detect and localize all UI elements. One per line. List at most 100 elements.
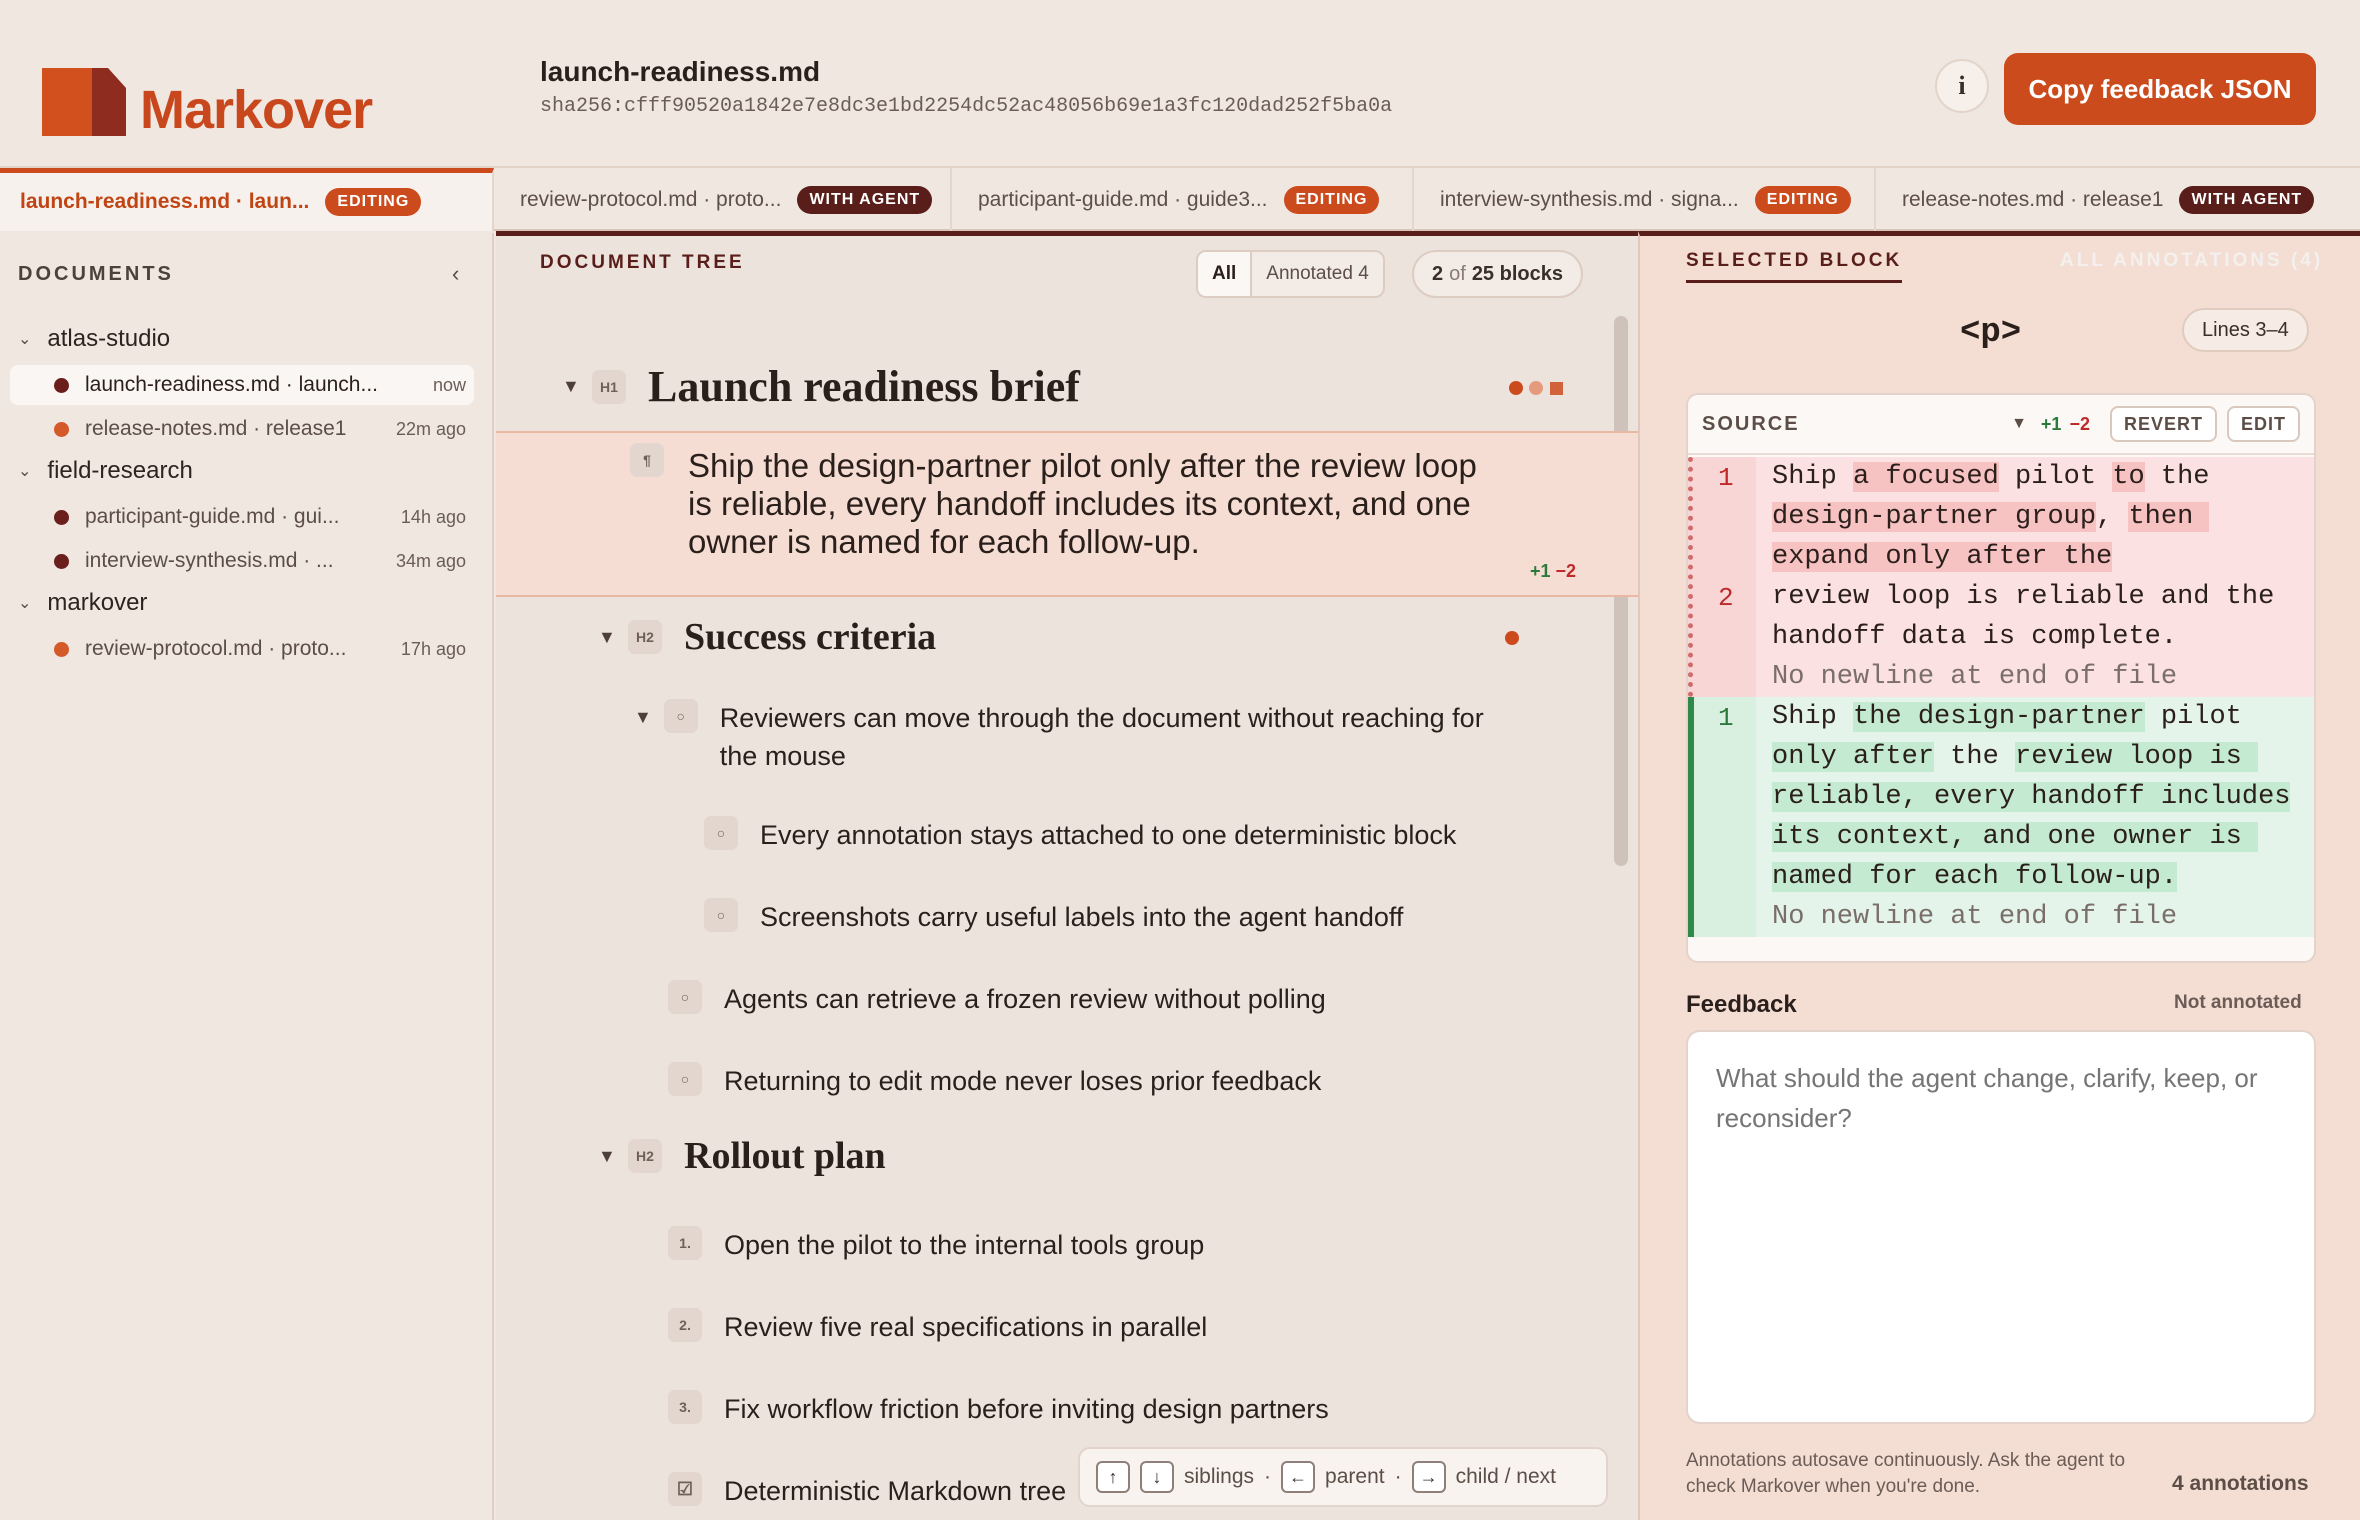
tab-label: release-notes.md · release1 [1902, 187, 2164, 211]
group-markover[interactable]: ⌄ markover [18, 589, 147, 617]
list-item[interactable]: ○ Agents can retrieve a frozen review wi… [668, 980, 1528, 1018]
step-number-tag: 1. [668, 1226, 702, 1260]
copy-feedback-json-button[interactable]: Copy feedback JSON [2004, 53, 2316, 125]
app-header: Markover launch-readiness.md sha256:cfff… [0, 0, 2360, 168]
file-time: 22m ago [395, 418, 466, 439]
tab-review-protocol[interactable]: review-protocol.md · proto... WITH AGENT [494, 168, 952, 231]
document-tabs: launch-readiness.md · laun... EDITING re… [0, 168, 2360, 231]
caret-down-icon[interactable]: ▼ [2011, 415, 2027, 433]
annotation-markers-icon [1509, 381, 1563, 395]
heading-text: Success criteria [684, 616, 937, 658]
feedback-textarea[interactable] [1686, 1030, 2316, 1424]
collapse-triangle-icon[interactable]: ▼ [634, 707, 664, 728]
file-name: participant-guide.md · gui... [85, 505, 340, 528]
task-list-item[interactable]: ☑ Deterministic Markdown tree [668, 1472, 1068, 1510]
collapse-triangle-icon[interactable]: ▼ [598, 1146, 628, 1167]
document-tree-panel: DOCUMENT TREE All Annotated 4 2 of 25 bl… [496, 231, 1638, 1520]
sidebar-file-interview-synthesis[interactable]: interview-synthesis.md · ... 34m ago [10, 541, 474, 581]
tab-participant-guide[interactable]: participant-guide.md · guide3... EDITING [952, 168, 1414, 231]
tree-node-h1[interactable]: ▼ H1 Launch readiness brief [562, 361, 1602, 412]
diff-added-lines: 1 Ship the design-partner pilot only aft… [1688, 697, 2314, 937]
status-badge: EDITING [1754, 185, 1851, 214]
tree-node-h2-success[interactable]: ▼ H2 Success criteria [598, 615, 1558, 659]
group-field-research[interactable]: ⌄ field-research [18, 457, 193, 485]
collapse-triangle-icon[interactable]: ▼ [562, 376, 592, 397]
status-badge: EDITING [1283, 185, 1380, 214]
block-count-current: 2 [1432, 262, 1444, 285]
chevron-down-icon: ⌄ [18, 463, 32, 480]
file-time: 34m ago [395, 550, 466, 571]
list-item-text: Review five real specifications in paral… [724, 1312, 1208, 1342]
collapse-triangle-icon[interactable]: ▼ [598, 627, 628, 648]
source-title: SOURCE [1702, 412, 1800, 435]
list-item-text: Returning to edit mode never loses prior… [724, 1066, 1322, 1096]
group-name: markover [47, 589, 148, 616]
hint-separator: · [1264, 1465, 1272, 1488]
list-item[interactable]: ▼ ○ Reviewers can move through the docum… [634, 699, 1494, 775]
added-code: Ship the design-partner pilot only after… [1772, 702, 2291, 932]
tree-node-h2-rollout[interactable]: ▼ H2 Rollout plan [598, 1134, 1558, 1178]
list-item-text: Deterministic Markdown tree [724, 1476, 1067, 1506]
list-item[interactable]: ○ Every annotation stays attached to one… [704, 816, 1564, 854]
block-type-tag: H2 [628, 1139, 662, 1173]
bullet-tag: ○ [663, 699, 698, 733]
info-button[interactable]: i [1935, 59, 1989, 113]
diff-del-count: −2 [1555, 561, 1577, 581]
chevron-left-icon[interactable]: ‹ [452, 261, 459, 287]
filter-all-button[interactable]: All [1198, 252, 1253, 296]
documents-sidebar: DOCUMENTS ‹ ⌄ atlas-studio launch-readin… [0, 233, 494, 1520]
edit-button[interactable]: EDIT [2226, 406, 2300, 442]
line-number: 1 [1718, 703, 1734, 733]
tab-all-annotations[interactable]: ALL ANNOTATIONS (4) [2060, 250, 2323, 272]
arrow-down-key-icon: ↓ [1140, 1461, 1174, 1493]
diff-del-count: −2 [2069, 413, 2090, 434]
list-item[interactable]: ○ Screenshots carry useful labels into t… [704, 898, 1564, 936]
sidebar-file-release-notes[interactable]: release-notes.md · release1 22m ago [10, 409, 474, 449]
list-item-text: Reviewers can move through the document … [719, 703, 1484, 771]
diff-gutter-added [1688, 697, 1756, 937]
list-item[interactable]: ○ Returning to edit mode never loses pri… [668, 1062, 1528, 1100]
logo-mark-icon [42, 68, 126, 136]
block-type-tag: H2 [628, 620, 662, 654]
diff-add-count: +1 [1530, 561, 1551, 581]
tree-node-paragraph-selected[interactable]: ¶ Ship the design-partner pilot only aft… [496, 431, 1638, 597]
tab-release-notes[interactable]: release-notes.md · release1 WITH AGENT [1876, 168, 2360, 231]
status-dot [54, 641, 69, 657]
block-type-tag: ¶ [630, 443, 664, 477]
hint-siblings: siblings [1184, 1465, 1255, 1488]
bullet-tag: ○ [668, 980, 702, 1014]
heading-text: Rollout plan [684, 1135, 886, 1177]
tab-selected-block[interactable]: SELECTED BLOCK [1686, 250, 1903, 283]
revert-button[interactable]: REVERT [2109, 406, 2217, 442]
list-item-text: Every annotation stays attached to one d… [760, 820, 1457, 850]
file-time: now [432, 374, 466, 395]
ordered-list-item[interactable]: 2. Review five real specifications in pa… [668, 1308, 1528, 1346]
group-name: field-research [47, 457, 193, 484]
line-number: 2 [1718, 583, 1734, 613]
list-item-text: Open the pilot to the internal tools gro… [724, 1230, 1205, 1260]
sidebar-heading: DOCUMENTS [18, 263, 174, 285]
sidebar-file-participant-guide[interactable]: participant-guide.md · gui... 14h ago [10, 497, 474, 537]
app-name: Markover [140, 80, 373, 140]
filter-annotated-button[interactable]: Annotated 4 [1252, 252, 1382, 296]
no-newline-note: No newline at end of file [1772, 662, 2178, 692]
tab-label: interview-synthesis.md · signa... [1440, 187, 1739, 211]
tab-launch-readiness[interactable]: launch-readiness.md · laun... EDITING [0, 168, 494, 231]
sidebar-file-launch-readiness[interactable]: launch-readiness.md · launch... now [10, 365, 474, 405]
annotation-marker-icon [1505, 631, 1519, 645]
tab-label: launch-readiness.md · laun... [20, 190, 310, 213]
group-atlas-studio[interactable]: ⌄ atlas-studio [18, 325, 170, 353]
ordered-list-item[interactable]: 3. Fix workflow friction before inviting… [668, 1390, 1528, 1428]
block-element-tag: <p> [1960, 314, 2022, 352]
file-name: interview-synthesis.md · ... [85, 549, 334, 572]
arrow-left-key-icon: ← [1281, 1461, 1316, 1493]
status-badge: WITH AGENT [2179, 185, 2315, 214]
step-number-tag: 3. [668, 1390, 702, 1424]
block-count: 2 of 25 blocks [1412, 250, 1583, 298]
diff-removed-lines: 1 2 Ship a focused pilot to the design-p… [1688, 457, 2314, 697]
tab-interview-synthesis[interactable]: interview-synthesis.md · signa... EDITIN… [1414, 168, 1876, 231]
file-time: 17h ago [400, 638, 466, 659]
sidebar-file-review-protocol[interactable]: review-protocol.md · proto... 17h ago [10, 629, 474, 669]
tab-label: participant-guide.md · guide3... [978, 187, 1268, 211]
ordered-list-item[interactable]: 1. Open the pilot to the internal tools … [668, 1226, 1528, 1264]
